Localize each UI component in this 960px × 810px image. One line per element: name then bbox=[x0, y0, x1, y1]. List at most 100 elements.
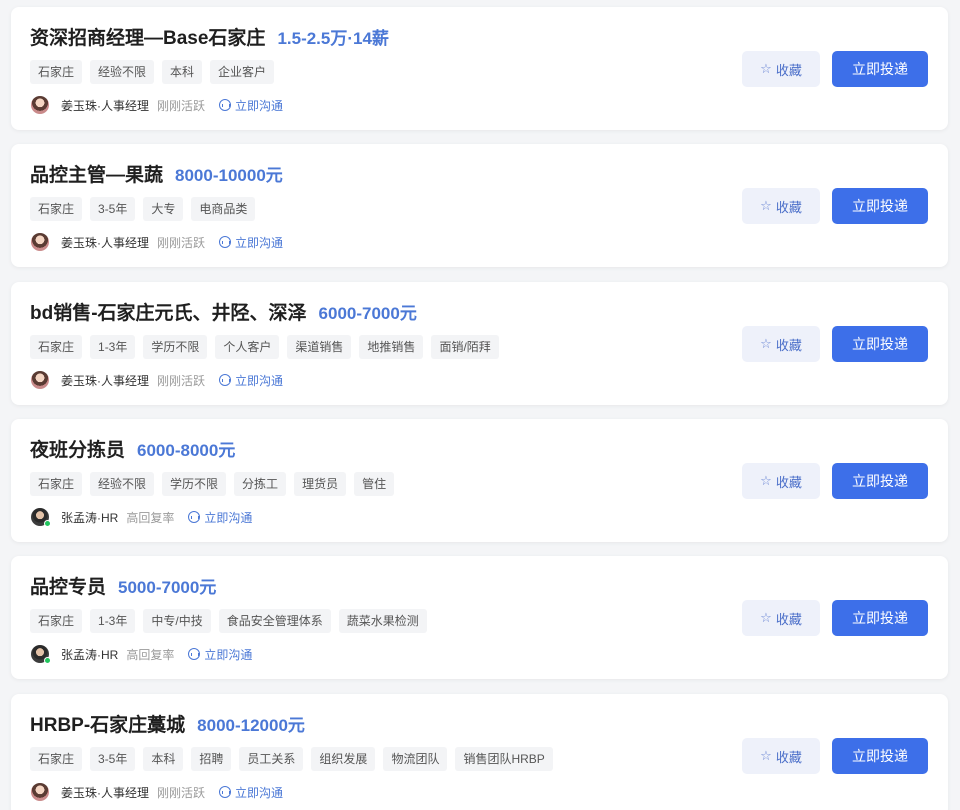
chat-now-link[interactable]: 立即沟通 bbox=[219, 234, 283, 251]
favorite-label: 收藏 bbox=[775, 749, 802, 765]
job-title[interactable]: 资深招商经理—Base石家庄 bbox=[30, 23, 265, 50]
chat-now-link[interactable]: 立即沟通 bbox=[219, 372, 283, 389]
job-title-row: 夜班分拣员 6000-8000元 bbox=[30, 435, 235, 462]
chat-now-label: 立即沟通 bbox=[235, 235, 284, 250]
star-icon: ☆ bbox=[760, 473, 772, 488]
job-tag: 石家庄 bbox=[30, 609, 83, 633]
star-icon: ☆ bbox=[760, 198, 772, 213]
job-title[interactable]: 夜班分拣员 bbox=[30, 435, 125, 462]
star-icon: ☆ bbox=[760, 610, 772, 625]
chat-now-label: 立即沟通 bbox=[204, 510, 253, 525]
job-tag: 招聘 bbox=[191, 747, 232, 771]
job-tag: 石家庄 bbox=[30, 60, 83, 84]
job-title[interactable]: 品控主管—果蔬 bbox=[30, 160, 163, 187]
avatar bbox=[31, 645, 51, 664]
job-title[interactable]: HRBP-石家庄藁城 bbox=[30, 710, 185, 737]
job-tag: 企业客户 bbox=[210, 60, 275, 84]
job-tag: 3-5年 bbox=[90, 747, 136, 771]
chat-now-link[interactable]: 立即沟通 bbox=[219, 784, 283, 801]
salary: 6000-8000元 bbox=[137, 441, 236, 460]
salary: 6000-7000元 bbox=[318, 304, 417, 323]
apply-button[interactable]: 立即投递 bbox=[832, 188, 928, 224]
salary: 8000-10000元 bbox=[175, 166, 283, 185]
favorite-button[interactable]: ☆ 收藏 bbox=[742, 600, 820, 636]
job-tag: 大专 bbox=[143, 197, 184, 221]
recruiter-status: 刚刚活跃 bbox=[157, 98, 206, 113]
avatar bbox=[31, 371, 49, 389]
apply-button[interactable]: 立即投递 bbox=[832, 463, 928, 499]
job-card[interactable]: HRBP-石家庄藁城 8000-12000元 石家庄 3-5年 本科 招聘 员工关系 组织… bbox=[11, 694, 948, 810]
job-tag: 地推销售 bbox=[359, 335, 424, 359]
chat-now-label: 立即沟通 bbox=[204, 647, 253, 662]
job-title-row: bd销售-石家庄元氏、井陉、深泽 6000-7000元 bbox=[30, 298, 417, 325]
job-tag: 组织发展 bbox=[311, 747, 376, 771]
job-title-row: HRBP-石家庄藁城 8000-12000元 bbox=[30, 710, 305, 737]
chat-now-label: 立即沟通 bbox=[235, 98, 284, 113]
avatar bbox=[31, 508, 51, 527]
favorite-label: 收藏 bbox=[775, 199, 802, 215]
favorite-button[interactable]: ☆ 收藏 bbox=[742, 326, 820, 362]
apply-button[interactable]: 立即投递 bbox=[832, 51, 928, 87]
job-title[interactable]: bd销售-石家庄元氏、井陉、深泽 bbox=[30, 298, 307, 325]
recruiter-status: 刚刚活跃 bbox=[157, 785, 206, 800]
favorite-label: 收藏 bbox=[775, 474, 802, 490]
apply-button[interactable]: 立即投递 bbox=[832, 600, 928, 636]
job-card[interactable]: 资深招商经理—Base石家庄 1.5-2.5万·14薪 石家庄 经验不限 本科 企业客… bbox=[11, 7, 948, 130]
job-tag: 蔬菜水果检测 bbox=[338, 609, 427, 633]
job-tags: 石家庄 经验不限 本科 企业客户 bbox=[30, 60, 275, 84]
job-card[interactable]: 品控专员 5000-7000元 石家庄 1-3年 中专/中技 食品安全管理体系 蔬菜水果… bbox=[11, 556, 948, 679]
job-tag: 石家庄 bbox=[30, 335, 83, 359]
job-tag: 石家庄 bbox=[30, 472, 83, 496]
star-icon: ☆ bbox=[760, 748, 772, 763]
recruiter-status: 刚刚活跃 bbox=[157, 373, 206, 388]
recruiter-info: 张孟涛·HR 高回复率 立即沟通 bbox=[31, 645, 252, 664]
job-card[interactable]: 夜班分拣员 6000-8000元 石家庄 经验不限 学历不限 分拣工 理货员 管住 张孟涛… bbox=[11, 419, 948, 542]
recruiter-info: 张孟涛·HR 高回复率 立即沟通 bbox=[31, 508, 252, 527]
chat-bubble-icon bbox=[188, 511, 201, 523]
job-title[interactable]: 品控专员 bbox=[30, 572, 106, 599]
recruiter-name: 张孟涛·HR bbox=[61, 647, 119, 662]
job-tag: 中专/中技 bbox=[143, 609, 211, 633]
apply-button[interactable]: 立即投递 bbox=[832, 326, 928, 362]
chat-bubble-icon bbox=[219, 236, 232, 248]
job-card[interactable]: 品控主管—果蔬 8000-10000元 石家庄 3-5年 大专 电商品类 姜玉珠·人事… bbox=[11, 144, 948, 267]
salary: 5000-7000元 bbox=[118, 578, 217, 597]
job-tag: 石家庄 bbox=[30, 197, 83, 221]
job-tag: 渠道销售 bbox=[287, 335, 352, 359]
recruiter-name: 姜玉珠·人事经理 bbox=[61, 373, 149, 388]
chat-bubble-icon bbox=[188, 648, 201, 660]
job-tag: 学历不限 bbox=[143, 335, 208, 359]
apply-button[interactable]: 立即投递 bbox=[832, 738, 928, 774]
job-title-row: 品控专员 5000-7000元 bbox=[30, 572, 216, 599]
job-tag: 员工关系 bbox=[239, 747, 304, 771]
chat-bubble-icon bbox=[219, 99, 232, 111]
job-tag: 本科 bbox=[162, 60, 203, 84]
job-tags: 石家庄 3-5年 大专 电商品类 bbox=[30, 197, 256, 221]
favorite-label: 收藏 bbox=[775, 337, 802, 353]
job-tag: 经验不限 bbox=[90, 472, 155, 496]
chat-now-label: 立即沟通 bbox=[235, 785, 284, 800]
recruiter-status: 刚刚活跃 bbox=[157, 235, 206, 250]
avatar bbox=[31, 233, 49, 251]
favorite-label: 收藏 bbox=[775, 611, 802, 627]
online-status-dot bbox=[44, 520, 51, 527]
favorite-button[interactable]: ☆ 收藏 bbox=[742, 738, 820, 774]
favorite-button[interactable]: ☆ 收藏 bbox=[742, 463, 820, 499]
job-tag: 销售团队HRBP bbox=[455, 747, 553, 771]
chat-now-link[interactable]: 立即沟通 bbox=[188, 646, 252, 663]
chat-now-link[interactable]: 立即沟通 bbox=[219, 97, 283, 114]
job-card[interactable]: bd销售-石家庄元氏、井陉、深泽 6000-7000元 石家庄 1-3年 学历不限个… bbox=[11, 282, 948, 405]
favorite-button[interactable]: ☆ 收藏 bbox=[742, 51, 820, 87]
job-tags: 石家庄 经验不限 学历不限 分拣工 理货员 管住 bbox=[30, 472, 395, 496]
job-tag: 理货员 bbox=[294, 472, 347, 496]
chat-now-link[interactable]: 立即沟通 bbox=[188, 509, 252, 526]
favorite-button[interactable]: ☆ 收藏 bbox=[742, 188, 820, 224]
recruiter-name: 姜玉珠·人事经理 bbox=[61, 785, 149, 800]
chat-bubble-icon bbox=[219, 786, 232, 798]
job-tags: 石家庄 1-3年 学历不限 个人客户 渠道销售 地推销售 面销/陌拜 bbox=[30, 335, 499, 359]
job-tag: 食品安全管理体系 bbox=[218, 609, 331, 633]
recruiter-name: 张孟涛·HR bbox=[61, 510, 119, 525]
favorite-label: 收藏 bbox=[775, 62, 802, 78]
recruiter-name: 姜玉珠·人事经理 bbox=[61, 235, 149, 250]
job-tag: 物流团队 bbox=[383, 747, 448, 771]
